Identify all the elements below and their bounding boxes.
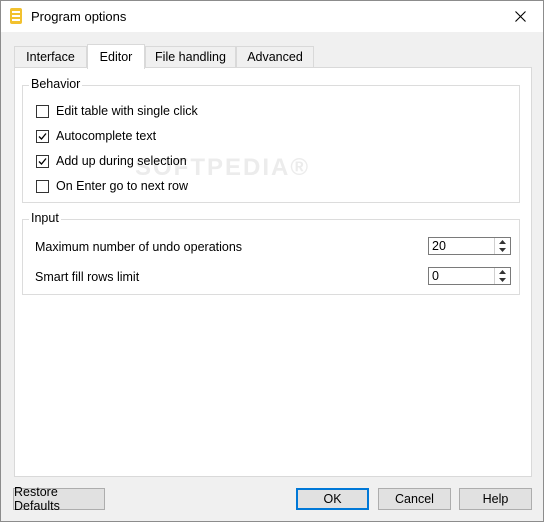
close-button[interactable] (497, 1, 543, 32)
checkbox-label: Autocomplete text (56, 129, 157, 143)
smart-fill-limit-label: Smart fill rows limit (35, 270, 140, 284)
checkbox-edit-table-single-click[interactable]: Edit table with single click (36, 103, 198, 119)
restore-defaults-button[interactable]: Restore Defaults (13, 485, 105, 513)
checkbox-unchecked-icon[interactable] (36, 179, 49, 193)
close-icon (514, 11, 526, 22)
spin-up-button[interactable] (495, 238, 510, 246)
spin-down-icon (499, 248, 506, 252)
spinner-value[interactable]: 0 (432, 269, 439, 283)
checkbox-add-up-during-selection[interactable]: Add up during selection (36, 153, 187, 169)
checkbox-on-enter-next-row[interactable]: On Enter go to next row (36, 178, 188, 194)
undo-operations-label: Maximum number of undo operations (35, 240, 243, 254)
checkbox-label: Add up during selection (56, 154, 187, 168)
checkbox-unchecked-icon[interactable] (36, 104, 49, 118)
smart-fill-limit-spinner[interactable]: 0 (428, 267, 511, 285)
spinner-buttons (494, 238, 510, 254)
checkbox-autocomplete-text[interactable]: Autocomplete text (36, 128, 156, 144)
cancel-button[interactable]: Cancel (378, 488, 451, 510)
spinner-buttons (494, 268, 510, 284)
tab-interface[interactable]: Interface (14, 46, 87, 67)
program-options-dialog: Program options Interface Editor File ha… (0, 0, 544, 522)
checkbox-label: Edit table with single click (56, 104, 198, 118)
tab-advanced[interactable]: Advanced (236, 46, 314, 67)
behavior-group: Behavior Edit table with single click Au… (22, 77, 520, 203)
app-icon (10, 8, 22, 24)
input-group-label: Input (29, 211, 61, 225)
spin-down-icon (499, 278, 506, 282)
behavior-group-label: Behavior (29, 77, 83, 91)
spin-up-icon (499, 240, 506, 244)
checkbox-label: On Enter go to next row (56, 179, 189, 193)
spin-down-button[interactable] (495, 246, 510, 254)
title-bar[interactable]: Program options (1, 1, 543, 32)
editor-tab-panel: SOFTPEDIA® Behavior Edit table with sing… (14, 67, 532, 477)
tab-editor[interactable]: Editor (87, 44, 145, 69)
input-group: Input Maximum number of undo operations … (22, 211, 520, 295)
spinner-value[interactable]: 20 (432, 239, 446, 253)
checkbox-checked-icon[interactable] (36, 129, 49, 143)
help-button[interactable]: Help (459, 488, 532, 510)
checkbox-checked-icon[interactable] (36, 154, 49, 168)
window-title: Program options (31, 9, 127, 24)
ok-button[interactable]: OK (296, 488, 369, 510)
spin-up-button[interactable] (495, 268, 510, 276)
spin-up-icon (499, 270, 506, 274)
tab-file-handling[interactable]: File handling (145, 46, 236, 67)
undo-operations-spinner[interactable]: 20 (428, 237, 511, 255)
spin-down-button[interactable] (495, 276, 510, 284)
